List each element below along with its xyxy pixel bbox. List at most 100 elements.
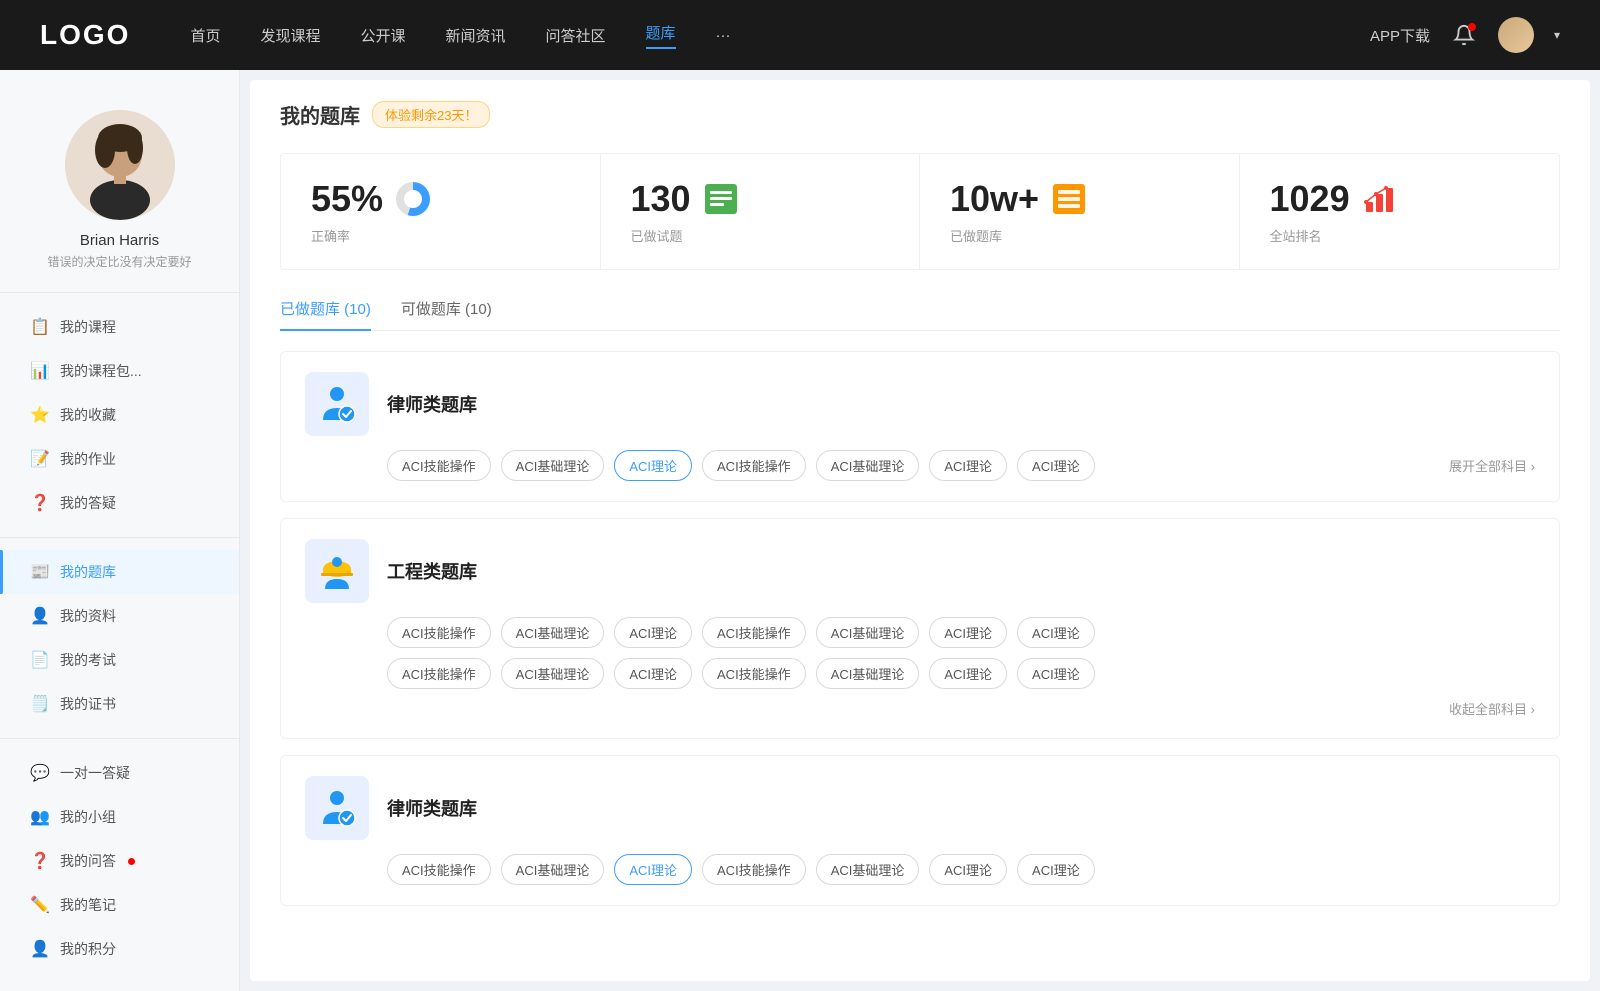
trial-badge: 体验剩余23天！	[372, 101, 490, 128]
chevron-down-icon[interactable]: ▾	[1554, 28, 1560, 42]
sidebar-item-myqa[interactable]: ❓ 我的问答	[0, 839, 239, 883]
app-download-button[interactable]: APP下载	[1370, 25, 1430, 46]
bank-name-1: 工程类题库	[387, 558, 477, 584]
tag-0-0[interactable]: ACI技能操作	[387, 450, 491, 481]
nav-questionbank[interactable]: 题库	[646, 22, 676, 49]
tag-1-0-5[interactable]: ACI理论	[929, 617, 1007, 648]
nav-news[interactable]: 新闻资讯	[446, 25, 506, 46]
tag-2-4[interactable]: ACI基础理论	[816, 854, 920, 885]
myqa-dot	[128, 858, 135, 865]
nav-more[interactable]: ···	[716, 27, 731, 44]
sidebar-divider-top	[0, 292, 239, 293]
stat-value-1: 130	[631, 178, 691, 220]
pie-chart-icon	[395, 181, 431, 217]
coursepackage-icon: 📊	[30, 361, 50, 381]
tabs-row: 已做题库 (10) 可做题库 (10)	[280, 298, 1560, 331]
sidebar-item-qa[interactable]: ❓ 我的答疑	[0, 481, 239, 525]
stat-label-0: 正确率	[311, 226, 570, 245]
stat-top-0: 55%	[311, 178, 570, 220]
star-icon: ⭐	[30, 405, 50, 425]
page-body: Brian Harris 错误的决定比没有决定要好 📋 我的课程 📊 我的课程包…	[0, 70, 1600, 991]
tag-1-0-4[interactable]: ACI基础理论	[816, 617, 920, 648]
stat-rank: 1029 全站排名	[1240, 154, 1560, 269]
tag-1-1-2[interactable]: ACI理论	[614, 658, 692, 689]
tag-1-1-6[interactable]: ACI理论	[1017, 658, 1095, 689]
list-icon	[1051, 181, 1087, 217]
bank-icon-engineer	[305, 539, 369, 603]
sidebar-item-certificate[interactable]: 🗒️ 我的证书	[0, 682, 239, 726]
logo[interactable]: LOGO	[40, 19, 130, 51]
stat-top-3: 1029	[1270, 178, 1530, 220]
user-motto: 错误的决定比没有决定要好	[20, 253, 219, 270]
course-icon: 📋	[30, 317, 50, 337]
sidebar-item-favorites[interactable]: ⭐ 我的收藏	[0, 393, 239, 437]
tags-row2-1: ACI技能操作 ACI基础理论 ACI理论 ACI技能操作 ACI基础理论 AC…	[387, 658, 1535, 689]
nav-right: APP下载 ▾	[1370, 17, 1560, 53]
tag-1-0-2[interactable]: ACI理论	[614, 617, 692, 648]
tag-2-0[interactable]: ACI技能操作	[387, 854, 491, 885]
footer-row-1: 收起全部科目 ›	[387, 699, 1535, 718]
tag-1-0-0[interactable]: ACI技能操作	[387, 617, 491, 648]
user-name: Brian Harris	[20, 232, 219, 249]
stat-label-3: 全站排名	[1270, 226, 1530, 245]
tag-1-0-3[interactable]: ACI技能操作	[702, 617, 806, 648]
tag-1-1-4[interactable]: ACI基础理论	[816, 658, 920, 689]
tag-1-0-1[interactable]: ACI基础理论	[501, 617, 605, 648]
tag-2-5[interactable]: ACI理论	[929, 854, 1007, 885]
tag-1-1-1[interactable]: ACI基础理论	[501, 658, 605, 689]
stat-top-1: 130	[631, 178, 890, 220]
sidebar-item-notes[interactable]: ✏️ 我的笔记	[0, 883, 239, 927]
1on1-icon: 💬	[30, 763, 50, 783]
sidebar-item-homework[interactable]: 📝 我的作业	[0, 437, 239, 481]
tag-1-1-3[interactable]: ACI技能操作	[702, 658, 806, 689]
sidebar-item-points[interactable]: 👤 我的积分	[0, 927, 239, 971]
sidebar-item-exam[interactable]: 📄 我的考试	[0, 638, 239, 682]
sidebar-item-coursepackage[interactable]: 📊 我的课程包...	[0, 349, 239, 393]
bank-section-0: 律师类题库 ACI技能操作 ACI基础理论 ACI理论 ACI技能操作 ACI基…	[280, 351, 1560, 502]
bank-section-1: 工程类题库 ACI技能操作 ACI基础理论 ACI理论 ACI技能操作 ACI基…	[280, 518, 1560, 739]
nav-qa[interactable]: 问答社区	[546, 25, 606, 46]
tag-1-1-5[interactable]: ACI理论	[929, 658, 1007, 689]
bank-name-0: 律师类题库	[387, 391, 477, 417]
sidebar-divider-mid	[0, 537, 239, 538]
page-title: 我的题库	[280, 100, 360, 129]
collapse-btn-1[interactable]: 收起全部科目 ›	[1449, 699, 1535, 718]
sidebar-item-mycourse[interactable]: 📋 我的课程	[0, 305, 239, 349]
tag-0-2[interactable]: ACI理论	[614, 450, 692, 481]
notification-dot	[1468, 23, 1476, 31]
myqa-icon: ❓	[30, 851, 50, 871]
sidebar-divider-mid2	[0, 738, 239, 739]
nav-home[interactable]: 首页	[190, 25, 220, 46]
tag-0-4[interactable]: ACI基础理论	[816, 450, 920, 481]
stat-value-2: 10w+	[950, 178, 1039, 220]
qa-icon: ❓	[30, 493, 50, 513]
tag-0-1[interactable]: ACI基础理论	[501, 450, 605, 481]
tag-2-6[interactable]: ACI理论	[1017, 854, 1095, 885]
user-avatar-nav[interactable]	[1498, 17, 1534, 53]
sidebar-item-mydata[interactable]: 👤 我的资料	[0, 594, 239, 638]
tag-2-3[interactable]: ACI技能操作	[702, 854, 806, 885]
tab-done[interactable]: 已做题库 (10)	[280, 298, 371, 331]
nav-opencourse[interactable]: 公开课	[360, 25, 405, 46]
stat-banks-done: 10w+ 已做题库	[920, 154, 1240, 269]
sidebar-item-questionbank[interactable]: 📰 我的题库	[0, 550, 239, 594]
sidebar-item-group[interactable]: 👥 我的小组	[0, 795, 239, 839]
page-header: 我的题库 体验剩余23天！	[280, 100, 1560, 129]
profile-section: Brian Harris 错误的决定比没有决定要好	[0, 90, 239, 280]
tags-section-1: ACI技能操作 ACI基础理论 ACI理论 ACI技能操作 ACI基础理论 AC…	[387, 617, 1535, 718]
notification-bell[interactable]	[1450, 21, 1478, 49]
tag-1-1-0[interactable]: ACI技能操作	[387, 658, 491, 689]
tag-0-3[interactable]: ACI技能操作	[702, 450, 806, 481]
tag-2-2[interactable]: ACI理论	[614, 854, 692, 885]
bank-icon-lawyer-0	[305, 372, 369, 436]
data-icon: 👤	[30, 606, 50, 626]
tag-2-1[interactable]: ACI基础理论	[501, 854, 605, 885]
stat-value-3: 1029	[1270, 178, 1350, 220]
expand-btn-0[interactable]: 展开全部科目 ›	[1449, 456, 1535, 475]
nav-discover[interactable]: 发现课程	[260, 25, 320, 46]
tab-todo[interactable]: 可做题库 (10)	[401, 298, 492, 331]
tag-1-0-6[interactable]: ACI理论	[1017, 617, 1095, 648]
tag-0-5[interactable]: ACI理论	[929, 450, 1007, 481]
tag-0-6[interactable]: ACI理论	[1017, 450, 1095, 481]
sidebar-item-1on1[interactable]: 💬 一对一答疑	[0, 751, 239, 795]
